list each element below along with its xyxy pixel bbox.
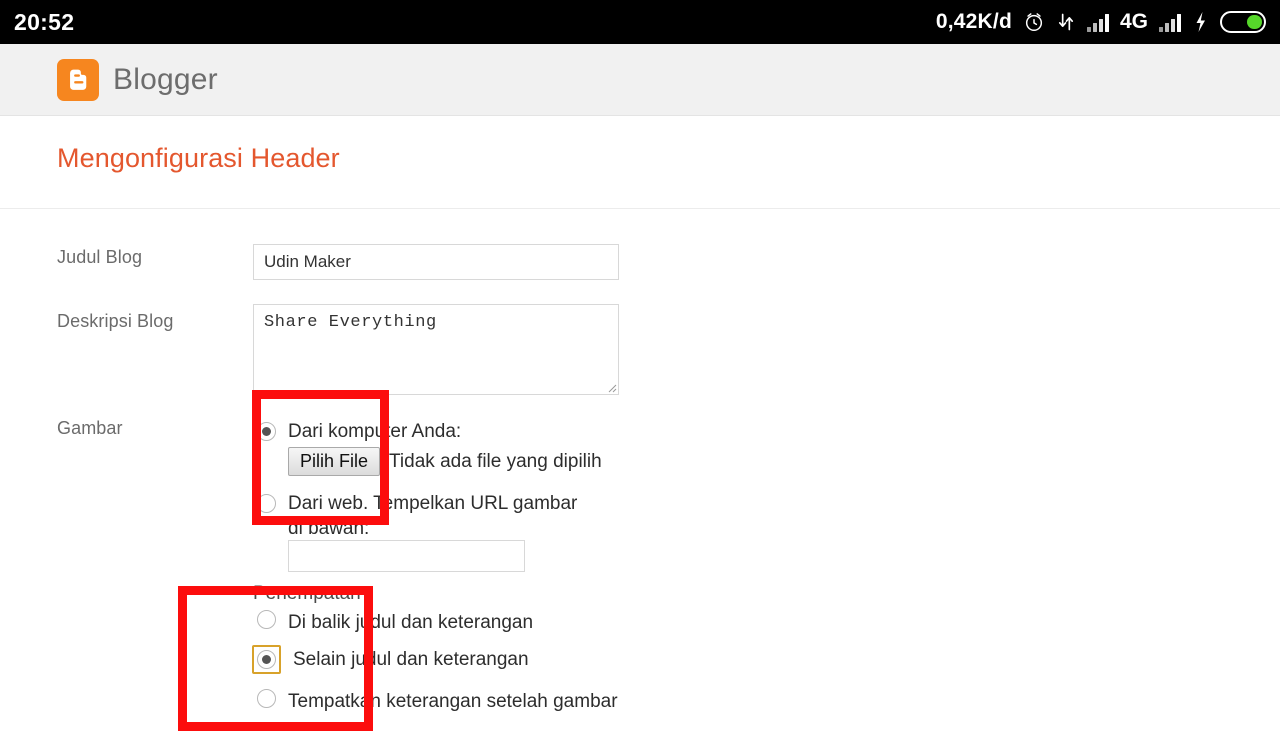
signal-bars-icon (1086, 13, 1109, 32)
placement-option-caption-after[interactable]: Tempatkan keterangan setelah gambar (257, 689, 618, 714)
blog-description-label: Deskripsi Blog (57, 311, 174, 331)
radio-from-web-label: Dari web. Tempelkan URL gambar di bawah: (288, 493, 578, 539)
signal-bars-icon-secondary (1159, 13, 1181, 32)
radio-placement-behind[interactable] (257, 610, 276, 629)
charging-bolt-icon (1192, 11, 1209, 33)
image-url-input[interactable] (288, 540, 525, 572)
file-status-text: Tidak ada file yang dipilih (389, 450, 602, 472)
blogger-app-bar: Blogger (0, 44, 1280, 116)
placement-option-behind[interactable]: Di balik judul dan keterangan (257, 610, 533, 635)
file-picker-row: Pilih File Tidak ada file yang dipilih (288, 447, 602, 476)
blogger-logo-icon (57, 58, 99, 101)
status-icons-group: 0,42K/d 4G (936, 10, 1266, 34)
data-transfer-icon (1056, 12, 1076, 32)
placement-option-instead[interactable]: Selain judul dan keterangan (252, 645, 529, 674)
radio-placement-behind-label: Di balik judul dan keterangan (288, 612, 534, 633)
placement-label: Penempatan (253, 583, 361, 604)
radio-from-web[interactable] (257, 494, 276, 513)
status-clock: 20:52 (14, 8, 75, 35)
title-divider (0, 208, 1280, 209)
image-label: Gambar (57, 418, 123, 438)
battery-icon (1220, 11, 1266, 33)
blog-description-textarea[interactable] (253, 304, 619, 395)
network-type-label: 4G (1119, 10, 1148, 33)
blog-title-label: Judul Blog (57, 247, 143, 267)
image-source-computer-option[interactable]: Dari komputer Anda: (257, 419, 677, 444)
radio-placement-instead[interactable] (257, 650, 276, 669)
radio-placement-caption-after-label: Tempatkan keterangan setelah gambar (288, 691, 618, 712)
image-source-web-option[interactable]: Dari web. Tempelkan URL gambar di bawah: (257, 491, 587, 541)
data-rate-label: 0,42K/d (935, 10, 1012, 33)
radio-placement-caption-after[interactable] (257, 689, 276, 708)
radio-from-computer[interactable] (257, 422, 276, 441)
blog-title-input[interactable] (253, 244, 619, 280)
choose-file-button[interactable]: Pilih File (288, 447, 381, 476)
radio-from-computer-label: Dari komputer Anda: (288, 421, 462, 442)
alarm-clock-icon (1023, 11, 1045, 33)
page-title: Mengonfigurasi Header (57, 143, 340, 173)
blogger-logo[interactable]: Blogger (57, 58, 218, 101)
blog-description-wrap (253, 304, 619, 395)
blogger-brand-text: Blogger (113, 62, 218, 96)
android-status-bar: 20:52 0,42K/d 4G (0, 0, 1280, 44)
radio-placement-instead-label: Selain judul dan keterangan (293, 649, 529, 670)
radio-placement-instead-focus-ring (252, 645, 281, 674)
